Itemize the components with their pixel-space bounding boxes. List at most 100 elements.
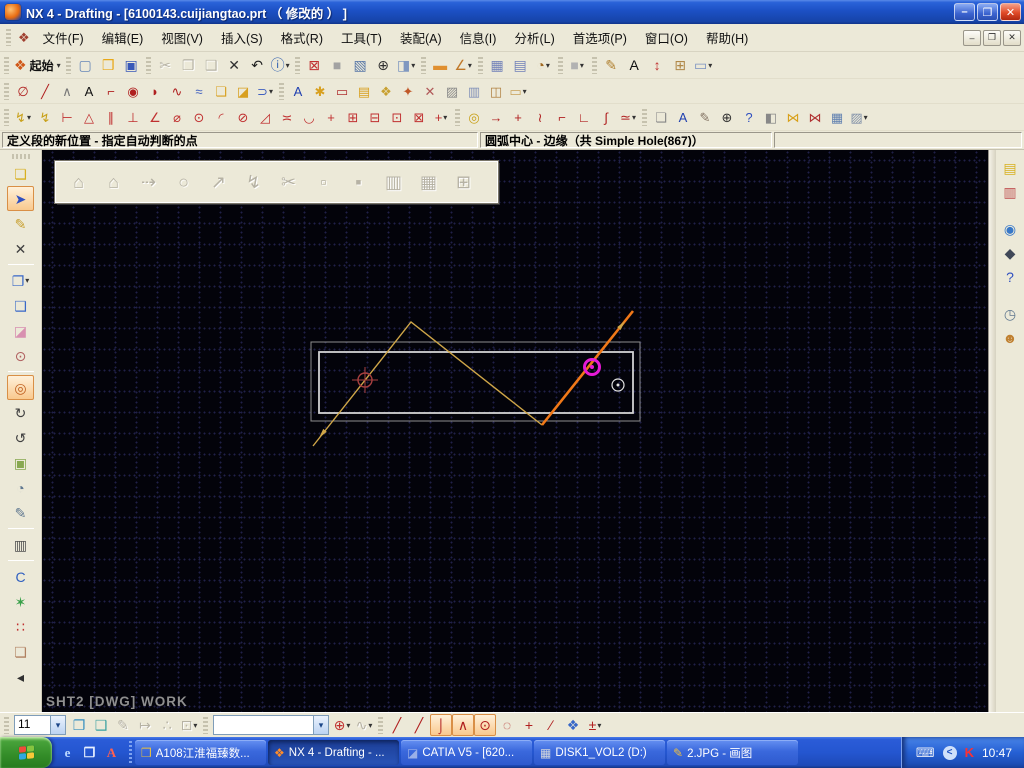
drawing-sheet-button[interactable]: ▤ <box>509 54 532 77</box>
snap-two-point-button[interactable]: ± ▾ <box>584 714 606 736</box>
measure-distance-button[interactable]: ▬ <box>429 54 452 77</box>
tie-symbol-red-button[interactable]: ⋈ <box>804 106 826 128</box>
layer-settings-button[interactable]: ⊡ ▾ <box>178 714 200 736</box>
monitor-view-button[interactable]: ▭ ▾ <box>692 54 715 77</box>
constraint-tool-button[interactable]: ⊞ <box>669 54 692 77</box>
info-window-button[interactable]: ⓘ ▾ <box>269 54 292 77</box>
keyboard-indicator-icon[interactable]: ⌨ <box>916 745 935 761</box>
menu-item-insert[interactable]: 插入(S) <box>212 24 272 51</box>
menu-item-format[interactable]: 格式(R) <box>272 24 332 51</box>
perpendicular-dimension-button[interactable]: ⊥ <box>122 106 144 128</box>
zoom-in-out-button[interactable]: ⊕ <box>372 54 395 77</box>
menu-item-edit[interactable]: 编辑(E) <box>93 24 153 51</box>
internet-explorer-icon[interactable]: e <box>59 744 76 761</box>
save-file-button[interactable]: ▣ <box>120 54 143 77</box>
move-segment-button[interactable]: ⇢ <box>133 167 164 198</box>
toolbar-grip[interactable] <box>642 108 647 126</box>
chevron-down-icon[interactable]: ▾ <box>597 721 601 730</box>
toolbar-grip[interactable] <box>557 56 563 74</box>
trim-curve-button[interactable]: ◪ <box>232 80 254 102</box>
chevron-down-icon[interactable]: ▾ <box>443 113 447 122</box>
dimension-tool-button[interactable]: ↕ <box>646 54 669 77</box>
weld-symbol-button[interactable]: ✕ <box>419 80 441 102</box>
tag-tool-button[interactable]: ❏ <box>7 639 34 664</box>
pan-view-button[interactable]: ◎ <box>7 375 34 400</box>
show-desktop-icon[interactable]: ❐ <box>81 744 98 761</box>
menu-item-view[interactable]: 视图(V) <box>152 24 212 51</box>
refresh-view-button[interactable]: ⊠ <box>303 54 326 77</box>
snap-arc-center-button[interactable]: ⊙ <box>474 714 496 736</box>
chevron-down-icon[interactable]: ▾ <box>25 276 29 285</box>
radius-dimension-button[interactable]: ◜ <box>210 106 232 128</box>
snap-settings-button[interactable]: ✶ <box>7 589 34 614</box>
corner-symbol-button[interactable]: ⌐ <box>551 106 573 128</box>
zoom-tool-button[interactable]: ○ <box>168 167 199 198</box>
toolbar-grip[interactable] <box>65 56 71 74</box>
toolbar-grip[interactable] <box>294 56 300 74</box>
menu-item-information[interactable]: 信息(I) <box>451 24 506 51</box>
cylindrical-dimension-button[interactable]: ⌀ <box>166 106 188 128</box>
toolbar-grip[interactable] <box>477 56 483 74</box>
toolbar-grip[interactable] <box>4 82 9 100</box>
annotation-button[interactable]: ✎ <box>600 54 623 77</box>
note-tool-button[interactable]: ▤ <box>353 80 375 102</box>
toolbar-grip[interactable] <box>420 56 426 74</box>
toolbar-grip[interactable] <box>4 716 9 734</box>
inspect-tool-button[interactable]: ? <box>738 106 760 128</box>
view-update-button[interactable]: ⌂ <box>98 167 129 198</box>
inferred-point-button[interactable]: ↗ <box>203 167 234 198</box>
delete-button[interactable]: ✕ <box>223 54 246 77</box>
toolbar-grip[interactable] <box>279 82 284 100</box>
chevron-down-icon[interactable]: ▾ <box>57 61 61 70</box>
toolbar-grip[interactable] <box>11 154 30 159</box>
crosshatch-adjacent-button[interactable]: ≀ <box>529 106 551 128</box>
view-label-button[interactable]: ❏ <box>650 106 672 128</box>
fold-symbol-button[interactable]: ∟ <box>573 106 595 128</box>
task-paint-button[interactable]: ✎ 2.JPG - 画图 <box>667 740 798 765</box>
update-views-button[interactable]: ▦ <box>486 54 509 77</box>
new-file-button[interactable]: ▢ <box>74 54 97 77</box>
task-disk-button[interactable]: ▦ DISK1_VOL2 (D:) <box>534 740 665 765</box>
restore-button[interactable]: ❐ <box>977 3 998 21</box>
task-nx-drafting-button[interactable]: ❖ NX 4 - Drafting - ... <box>268 740 399 765</box>
toolbar-grip[interactable] <box>6 29 11 46</box>
break-view-button[interactable]: ▭ ▾ <box>507 80 529 102</box>
snap-quadrant-button[interactable]: ◌ <box>496 714 518 736</box>
open-file-button[interactable]: ❒ <box>97 54 120 77</box>
spin-view-button[interactable]: ↺ <box>7 425 34 450</box>
web-browser-button[interactable]: ◉ <box>998 217 1022 241</box>
note-editor-button[interactable]: A <box>672 106 694 128</box>
canvas-resize-strip[interactable] <box>988 150 996 712</box>
delete-sheet-button[interactable]: ✕ <box>7 236 34 261</box>
annotate-sheet-button[interactable]: ✎ <box>7 500 34 525</box>
chamfer-dimension-button[interactable]: ◿ <box>254 106 276 128</box>
toolbar-grip[interactable] <box>4 56 9 74</box>
arc-length-dimension-button[interactable]: ◡ <box>298 106 320 128</box>
fcf-frame-3-button[interactable]: ⊡ <box>386 106 408 128</box>
crosshatch-tool-button[interactable]: ▨ ▾ <box>848 106 870 128</box>
layer-visibility-button[interactable]: ❑ <box>7 293 34 318</box>
text-curve-button[interactable]: A <box>78 80 100 102</box>
new-sheet-button[interactable]: ❏ <box>7 161 34 186</box>
polygon-curve-button[interactable]: ◉ <box>122 80 144 102</box>
collapse-panel-button[interactable]: ◂ <box>7 664 34 689</box>
mdi-restore-button[interactable]: ❐ <box>983 29 1001 46</box>
collapse-chevron-icon[interactable]: < <box>942 745 957 760</box>
menu-item-help[interactable]: 帮助(H) <box>697 24 757 51</box>
grid-points-button[interactable]: ∷ <box>7 614 34 639</box>
kaspersky-icon[interactable]: K <box>965 745 974 760</box>
task-catia-button[interactable]: ◪ CATIA V5 - [620... <box>401 740 532 765</box>
section-view-button[interactable]: ◫ <box>485 80 507 102</box>
chevron-down-icon[interactable]: ▾ <box>193 721 197 730</box>
fcf-frame-1-button[interactable]: ⊞ <box>342 106 364 128</box>
ordinate-dimension-button[interactable]: + <box>320 106 342 128</box>
mdi-close-button[interactable]: ✕ <box>1003 29 1021 46</box>
snap-point-on-line-button[interactable]: ∕ <box>540 714 562 736</box>
copy-to-layer-button[interactable]: ↦ <box>134 714 156 736</box>
horizontal-dimension-button[interactable]: ⊢ <box>56 106 78 128</box>
toolbar-grip[interactable] <box>591 56 597 74</box>
snap-intersection-button[interactable]: ∧ <box>452 714 474 736</box>
angular-dimension-button[interactable]: ∠ <box>144 106 166 128</box>
copy-button[interactable]: ❐ <box>177 54 200 77</box>
snap-face-button[interactable]: ❖ <box>562 714 584 736</box>
